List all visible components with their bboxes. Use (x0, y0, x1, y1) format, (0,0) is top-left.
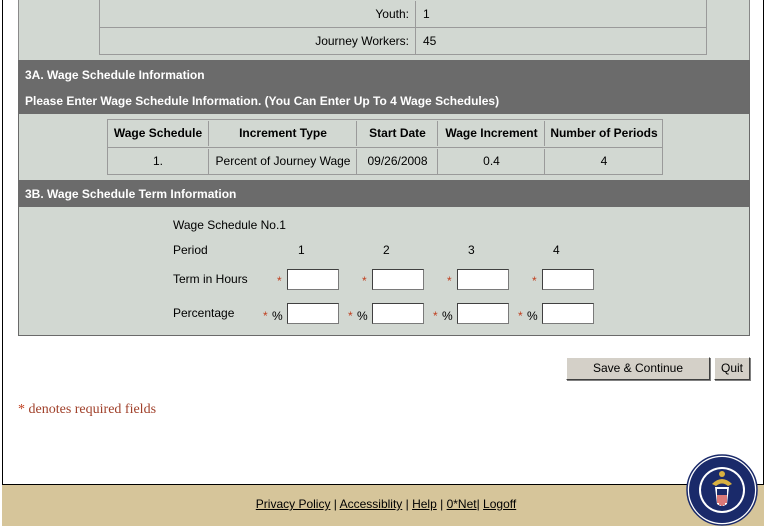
term-hours-input-4[interactable] (542, 269, 594, 290)
required-marker: * (532, 274, 537, 288)
wage-schedule-panel: 3A. Wage Schedule Information Please Ent… (18, 60, 750, 336)
footer: Privacy Policy | Accessiblity | Help | 0… (2, 484, 764, 526)
required-marker: * (362, 274, 367, 288)
quit-button[interactable]: Quit (714, 357, 750, 380)
required-marker: * (277, 274, 282, 288)
table-cell: 0.4 (439, 149, 545, 174)
section-3b-title: 3B. Wage Schedule Term Information (25, 187, 237, 201)
department-of-labor-seal-icon (686, 454, 758, 526)
row-divider (108, 147, 662, 148)
required-marker: * (433, 309, 438, 323)
required-marker: * (518, 309, 523, 323)
count-label: Journey Workers: (100, 28, 416, 54)
table-cell: 4 (600, 154, 608, 168)
apprentice-counts-table: Youth: 1 Journey Workers: 45 (99, 0, 707, 55)
table-cell: Percent of Journey Wage (210, 149, 357, 174)
wage-schedule-number-label: Wage Schedule No.1 (173, 218, 286, 232)
percent-sign: % (442, 309, 453, 323)
required-note-text: denotes required fields (25, 402, 157, 417)
term-in-hours-label: Term in Hours (173, 272, 248, 286)
term-hours-input-2[interactable] (372, 269, 424, 290)
percentage-input-2[interactable] (372, 303, 424, 324)
percent-sign: % (272, 309, 283, 323)
count-value: 1 (423, 7, 430, 21)
period-number: 2 (383, 243, 390, 257)
percent-sign: % (527, 309, 538, 323)
required-marker: * (447, 274, 452, 288)
count-value: 45 (423, 34, 437, 48)
column-header: Increment Type (210, 121, 357, 146)
onet-link[interactable]: 0*Net (447, 497, 477, 511)
count-label: Youth: (100, 1, 416, 27)
apprentice-counts-panel: Youth: 1 Journey Workers: 45 (18, 0, 750, 60)
privacy-policy-link[interactable]: Privacy Policy (256, 497, 331, 511)
count-row-journey-workers: Journey Workers: 45 (100, 28, 706, 54)
column-header: Number of Periods (550, 126, 658, 140)
term-hours-input-3[interactable] (457, 269, 509, 290)
section-3a-title: 3A. Wage Schedule Information (25, 68, 205, 82)
count-row-youth: Youth: 1 (100, 1, 706, 27)
logoff-link[interactable]: Logoff (483, 497, 516, 511)
help-link[interactable]: Help (412, 497, 437, 511)
link-separator: | (402, 497, 413, 511)
required-marker: * (263, 309, 268, 323)
percentage-label: Percentage (173, 306, 235, 320)
table-cell: 09/26/2008 (358, 149, 438, 174)
term-hours-input-1[interactable] (287, 269, 339, 290)
required-fields-note: * denotes required fields (18, 402, 156, 418)
percent-sign: % (357, 309, 368, 323)
footer-links: Privacy Policy | Accessiblity | Help | 0… (2, 497, 766, 511)
percentage-input-3[interactable] (457, 303, 509, 324)
percentage-input-4[interactable] (542, 303, 594, 324)
column-header: Start Date (358, 121, 438, 146)
percentage-input-1[interactable] (287, 303, 339, 324)
period-number: 3 (468, 243, 475, 257)
wage-schedule-table: Wage Schedule Increment Type Start Date … (107, 119, 663, 175)
table-cell: 1. (108, 149, 209, 174)
required-marker: * (18, 402, 25, 417)
section-3a-header: 3A. Wage Schedule Information Please Ent… (19, 60, 749, 114)
column-header: Wage Schedule (108, 121, 209, 146)
period-label: Period (173, 243, 208, 257)
required-marker: * (348, 309, 353, 323)
section-3a-subtitle: Please Enter Wage Schedule Information. … (25, 94, 500, 108)
period-number: 4 (553, 243, 560, 257)
section-3b-header: 3B. Wage Schedule Term Information (19, 180, 749, 207)
link-separator: | (436, 497, 447, 511)
save-continue-button[interactable]: Save & Continue (566, 357, 710, 380)
column-header: Wage Increment (439, 121, 545, 146)
period-number: 1 (298, 243, 305, 257)
accessibility-link[interactable]: Accessiblity (340, 497, 403, 511)
link-separator: | (330, 497, 340, 511)
